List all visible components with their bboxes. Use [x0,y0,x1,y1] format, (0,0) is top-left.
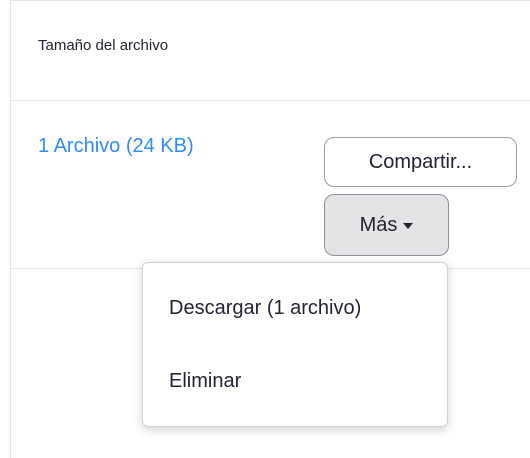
file-count-link[interactable]: 1 Archivo (24 KB) [38,135,194,158]
caret-down-icon [403,223,414,229]
menu-item-delete[interactable]: Eliminar [143,356,447,406]
share-button[interactable]: Compartir... [324,137,517,187]
table-row: 1 Archivo (24 KB) Compartir... Más [11,101,530,269]
menu-item-download[interactable]: Descargar (1 archivo) [143,283,447,333]
file-size-column-header: Tamaño del archivo [38,37,169,54]
more-button[interactable]: Más [324,194,449,256]
more-dropdown-menu: Descargar (1 archivo) Eliminar [142,262,448,427]
more-button-label: Más [359,213,398,236]
table-header-row: Tamaño del archivo [11,1,530,101]
